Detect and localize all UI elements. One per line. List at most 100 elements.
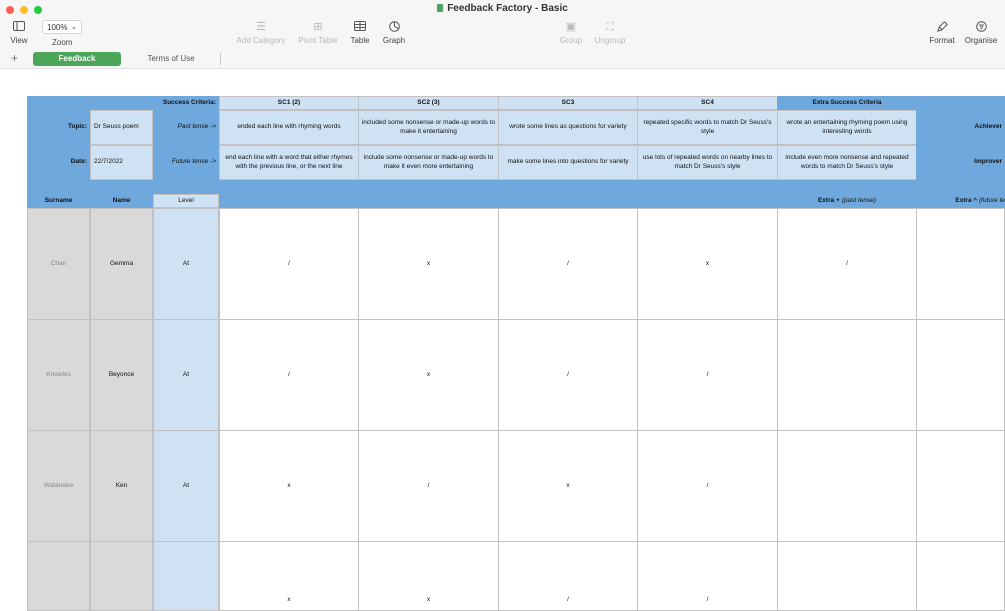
sc1-mark-cell[interactable]: /: [219, 319, 359, 431]
achieved-label: Achiever: [916, 110, 1005, 145]
sc1-mark-cell[interactable]: /: [219, 208, 359, 320]
extra-past-text[interactable]: wrote an entertaining rhyming poem using…: [777, 110, 917, 145]
extra-plus-column-header[interactable]: Extra + (past tense): [777, 194, 917, 208]
level-cell[interactable]: At: [153, 208, 219, 320]
table-label: Table: [350, 36, 370, 45]
sc2-mark-cell[interactable]: x: [358, 319, 499, 431]
organise-button[interactable]: Organise: [962, 21, 1000, 45]
extra-mark-cell[interactable]: [777, 319, 917, 431]
sc2-mark-cell[interactable]: x: [358, 541, 499, 611]
pie-chart-icon: [381, 21, 407, 33]
extra-plus-note: (past tense): [841, 196, 876, 204]
sc1-mark-cell[interactable]: x: [219, 430, 359, 542]
tab-feedback[interactable]: Feedback: [33, 52, 121, 66]
topic-label: Topic:: [27, 110, 90, 145]
extra-future-cell[interactable]: [916, 208, 1005, 320]
extra-future-cell[interactable]: [916, 430, 1005, 542]
sc4-mark-cell[interactable]: /: [637, 430, 778, 542]
ungroup-button[interactable]: ⛶ Ungroup: [593, 21, 627, 45]
ungroup-icon: ⛶: [606, 21, 614, 33]
level-cell[interactable]: [153, 541, 219, 611]
sc4-mark-cell[interactable]: /: [637, 319, 778, 431]
topic-value[interactable]: Dr Seuss poem: [90, 110, 153, 145]
table-button[interactable]: Table: [348, 21, 372, 45]
extra-mark-cell[interactable]: [777, 541, 917, 611]
name-cell[interactable]: [90, 541, 153, 611]
name-cell[interactable]: Beyonce: [90, 319, 153, 431]
criteria-column-header: [219, 194, 777, 208]
tab-terms-of-use[interactable]: Terms of Use: [129, 52, 213, 66]
organise-icon: [962, 21, 1000, 33]
surname-column-header[interactable]: Surname: [27, 194, 90, 208]
date-value[interactable]: 22/7/2022: [90, 145, 153, 180]
sc4-future-text[interactable]: use lots of repeated words on nearby lin…: [637, 145, 778, 180]
sc3-future-text[interactable]: make some lines into questions for varie…: [498, 145, 638, 180]
sc2-header[interactable]: SC2 (3): [358, 96, 499, 110]
header-blank: [27, 96, 153, 110]
improve-label: Improver: [916, 145, 1005, 180]
sc4-mark-cell[interactable]: x: [637, 208, 778, 320]
zoom-label: Zoom: [52, 38, 73, 47]
sc3-mark-cell[interactable]: /: [498, 319, 638, 431]
group-label: Group: [559, 36, 583, 45]
add-category-button[interactable]: ☰ Add Category: [234, 21, 288, 45]
sc2-mark-cell[interactable]: x: [358, 208, 499, 320]
name-column-header[interactable]: Name: [90, 194, 153, 208]
sc3-header[interactable]: SC3: [498, 96, 638, 110]
graph-label: Graph: [382, 36, 406, 45]
success-criteria-label: Success Criteria:: [153, 96, 219, 110]
sc1-mark-cell[interactable]: x: [219, 541, 359, 611]
sc1-past-text[interactable]: ended each line with rhyming words: [219, 110, 359, 145]
format-button[interactable]: Format: [928, 21, 956, 45]
extra-future-cell[interactable]: [916, 319, 1005, 431]
extra-mark-cell[interactable]: [777, 430, 917, 542]
header-blank: [916, 96, 1005, 110]
extra-future-text[interactable]: include even more nonsense and repeated …: [777, 145, 917, 180]
view-button[interactable]: View: [9, 21, 29, 45]
surname-cell[interactable]: Watanabe: [27, 430, 90, 542]
sc2-mark-cell[interactable]: /: [358, 430, 499, 542]
sidebar-icon: [9, 21, 29, 33]
surname-cell[interactable]: [27, 541, 90, 611]
sc1-header[interactable]: SC1 (2): [219, 96, 359, 110]
sc2-future-text[interactable]: include some nonsense or made-up words t…: [358, 145, 499, 180]
table-icon: [348, 21, 372, 33]
sc4-past-text[interactable]: repeated specific words to match Dr Seus…: [637, 110, 778, 145]
date-label: Date:: [27, 145, 90, 180]
sc4-mark-cell[interactable]: /: [637, 541, 778, 611]
sheet-tab-bar: + Feedback Terms of Use: [0, 50, 1005, 69]
level-cell[interactable]: At: [153, 430, 219, 542]
extra-mark-cell[interactable]: /: [777, 208, 917, 320]
sc3-mark-cell[interactable]: x: [498, 430, 638, 542]
surname-cell[interactable]: Knowles: [27, 319, 90, 431]
past-tense-label: Past tense ->: [153, 110, 219, 145]
name-cell[interactable]: Gemma: [90, 208, 153, 320]
graph-button[interactable]: Graph: [381, 21, 407, 45]
future-tense-label: Future tense ->: [153, 145, 219, 180]
level-cell[interactable]: At: [153, 319, 219, 431]
organise-label: Organise: [964, 36, 998, 45]
window-title-text: Feedback Factory - Basic: [447, 3, 568, 14]
sc2-past-text[interactable]: included some nonsense or made-up words …: [358, 110, 499, 145]
add-sheet-button[interactable]: +: [11, 51, 18, 65]
format-label: Format: [929, 36, 955, 45]
extra-success-criteria-header: Extra Success Criteria: [777, 96, 917, 110]
sc3-mark-cell[interactable]: /: [498, 541, 638, 611]
sc4-header[interactable]: SC4: [637, 96, 778, 110]
chevron-down-icon: ⌄: [71, 24, 77, 31]
sc1-future-text[interactable]: end each line with a word that either rh…: [219, 145, 359, 180]
sc3-mark-cell[interactable]: /: [498, 208, 638, 320]
name-cell[interactable]: Ken: [90, 430, 153, 542]
pivot-table-button[interactable]: ⊞ Pivot Table: [296, 21, 340, 45]
view-label: View: [10, 36, 28, 45]
toolbar: Feedback Factory - Basic View 100% ⌄ Zoom…: [0, 0, 1005, 50]
add-category-label: Add Category: [236, 36, 286, 45]
level-column-header[interactable]: Level: [153, 194, 219, 208]
group-button[interactable]: ▣ Group: [558, 21, 584, 45]
group-icon: ▣: [565, 21, 577, 33]
sc3-past-text[interactable]: wrote some lines as questions for variet…: [498, 110, 638, 145]
surname-cell[interactable]: Chan: [27, 208, 90, 320]
extra-future-cell[interactable]: [916, 541, 1005, 611]
zoom-select[interactable]: 100% ⌄: [42, 20, 82, 34]
extra-caret-column-header[interactable]: Extra ^ (future te: [916, 194, 1005, 208]
